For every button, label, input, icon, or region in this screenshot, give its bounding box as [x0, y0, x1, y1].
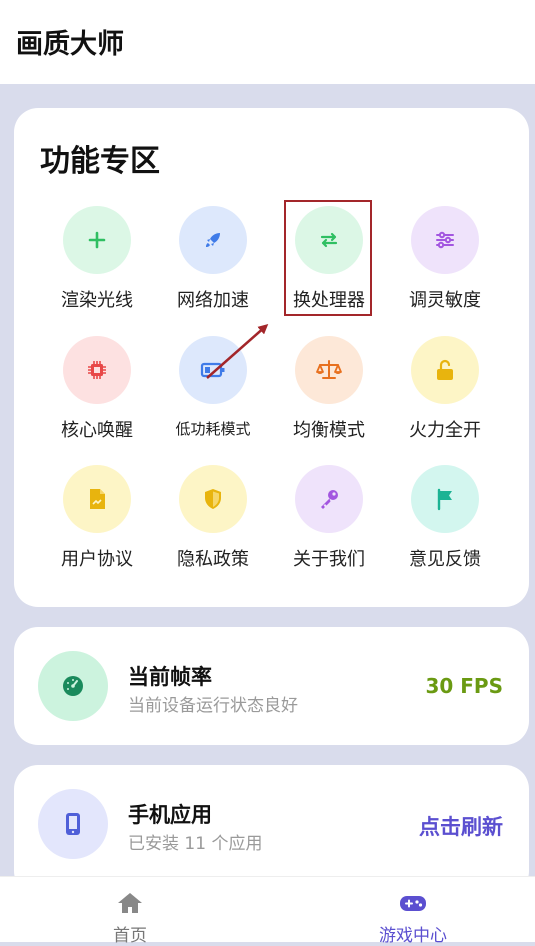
app-title: 画质大师 — [16, 29, 124, 60]
gamepad-icon — [400, 896, 426, 911]
feature-about-us[interactable]: 关于我们 — [271, 463, 387, 573]
feature-privacy-policy[interactable]: 隐私政策 — [155, 463, 271, 573]
home-icon — [118, 893, 142, 913]
feature-label: 调灵敏度 — [409, 290, 481, 311]
feature-label: 网络加速 — [177, 290, 249, 311]
feature-switch-processor[interactable]: 换处理器 — [271, 204, 387, 314]
feature-label: 火力全开 — [409, 420, 481, 441]
feature-feedback[interactable]: 意见反馈 — [387, 463, 503, 573]
unlock-icon — [411, 336, 479, 404]
feature-adjust-sensitivity[interactable]: 调灵敏度 — [387, 204, 503, 314]
battery-icon — [179, 336, 247, 404]
bottom-nav: 首页 游戏中心 — [0, 876, 535, 946]
features-card: 功能专区 渲染光线 网络加速 换处理器 调灵敏度 核心唤醒 低功耗模式 均衡模式… — [14, 108, 529, 607]
document-icon — [63, 465, 131, 533]
feature-label: 低功耗模式 — [175, 420, 251, 438]
feature-label: 均衡模式 — [293, 420, 365, 441]
nav-game-center[interactable]: 游戏中心 — [333, 877, 493, 946]
refresh-button[interactable]: 点击刷新 — [419, 811, 503, 841]
feature-full-power[interactable]: 火力全开 — [387, 334, 503, 444]
chip-icon — [63, 336, 131, 404]
feature-label: 意见反馈 — [409, 549, 481, 570]
speedometer-icon — [38, 651, 108, 721]
key-icon — [295, 465, 363, 533]
section-title: 功能专区 — [40, 144, 160, 179]
balance-scale-icon — [295, 336, 363, 404]
plus-icon — [63, 206, 131, 274]
fps-value: 30 FPS — [425, 674, 503, 698]
feature-label: 用户协议 — [61, 549, 133, 570]
apps-subtitle: 已安装 11 个应用 — [128, 834, 263, 854]
nav-game-center-label: 游戏中心 — [379, 926, 447, 946]
flag-icon — [411, 465, 479, 533]
shield-icon — [179, 465, 247, 533]
feature-user-agreement[interactable]: 用户协议 — [39, 463, 155, 573]
apps-title: 手机应用 — [128, 803, 212, 827]
nav-home[interactable]: 首页 — [50, 877, 210, 946]
sliders-icon — [411, 206, 479, 274]
feature-label: 隐私政策 — [177, 549, 249, 570]
feature-label: 换处理器 — [293, 290, 365, 311]
swap-arrows-icon — [295, 206, 363, 274]
feature-label: 关于我们 — [293, 549, 365, 570]
nav-home-label: 首页 — [113, 926, 147, 946]
top-bar: 画质大师 — [0, 0, 535, 84]
fps-card[interactable]: 当前帧率 当前设备运行状态良好 30 FPS — [14, 627, 529, 745]
phone-icon — [38, 789, 108, 859]
feature-label: 渲染光线 — [61, 290, 133, 311]
rocket-icon — [179, 206, 247, 274]
fps-title: 当前帧率 — [128, 665, 212, 689]
feature-render-light[interactable]: 渲染光线 — [39, 204, 155, 314]
feature-label: 核心唤醒 — [61, 420, 133, 441]
feature-grid: 渲染光线 网络加速 换处理器 调灵敏度 核心唤醒 低功耗模式 均衡模式 火力全开… — [14, 204, 529, 604]
feature-core-wake[interactable]: 核心唤醒 — [39, 334, 155, 444]
feature-low-power[interactable]: 低功耗模式 — [155, 334, 271, 444]
feature-network-boost[interactable]: 网络加速 — [155, 204, 271, 314]
feature-balanced-mode[interactable]: 均衡模式 — [271, 334, 387, 444]
fps-subtitle: 当前设备运行状态良好 — [128, 696, 298, 716]
